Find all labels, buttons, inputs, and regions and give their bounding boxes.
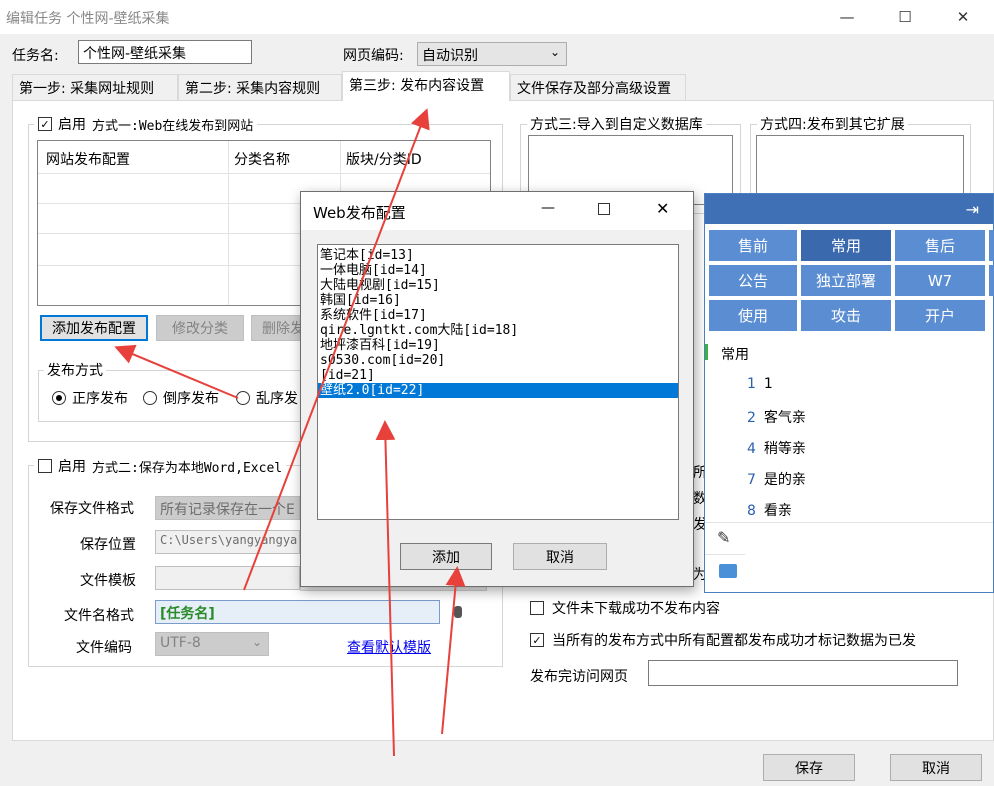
arrow-to-tab-step3 — [243, 108, 430, 591]
annotation-arrows — [114, 108, 466, 757]
arrow-to-add-button — [114, 344, 239, 399]
arrow-to-add-dialog-button — [441, 566, 466, 735]
arrow-to-selected-item — [375, 420, 396, 757]
